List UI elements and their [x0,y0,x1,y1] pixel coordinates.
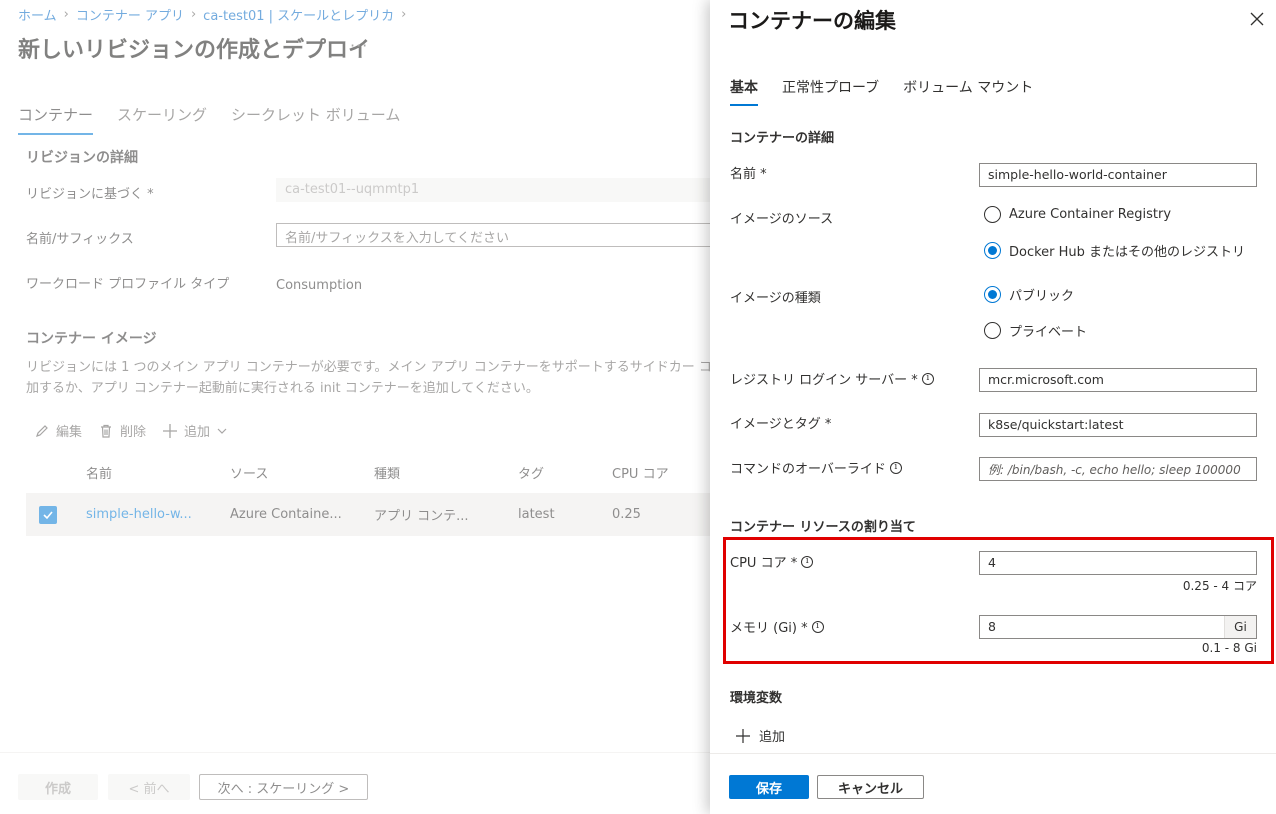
command-override-label: コマンドのオーバーライド i [730,458,902,477]
radio-docker-hub[interactable]: Docker Hub またはその他のレジストリ [984,241,1245,260]
radio-label: プライベート [1009,325,1088,340]
image-source-label-text: イメージのソース [730,212,834,227]
info-icon[interactable]: i [801,555,814,568]
registry-login-label: レジストリ ログイン サーバー * i [730,369,934,388]
memory-value: 8 [988,619,996,634]
image-type-label: イメージの種類 [730,287,821,306]
radio-circle[interactable] [984,322,1001,339]
image-tag-input[interactable]: k8se/quickstart:latest [979,413,1257,437]
command-override-input[interactable]: 例: /bin/bash, -c, echo hello; sleep 1000… [979,457,1257,481]
registry-login-label-text: レジストリ ログイン サーバー * [730,373,918,388]
save-button[interactable]: 保存 [729,775,809,799]
info-icon[interactable]: i [811,620,824,633]
edit-container-panel: コンテナーの編集 基本 正常性プローブ ボリューム マウント コンテナーの詳細 … [710,0,1276,814]
env-add-button[interactable]: 追加 [735,726,785,745]
tab-volume-mounts[interactable]: ボリューム マウント [903,77,1033,106]
radio-label: パブリック [1009,289,1075,304]
radio-circle[interactable] [984,286,1001,303]
panel-title: コンテナーの編集 [728,9,896,33]
image-type-label-text: イメージの種類 [730,291,821,306]
radio-selected-dot [988,246,997,255]
radio-label: Docker Hub またはその他のレジストリ [1009,245,1246,260]
image-source-label: イメージのソース [730,208,833,227]
cpu-cores-hint: 0.25 - 4 コア [1182,579,1257,593]
cpu-cores-label-text: CPU コア * [730,556,798,571]
tab-basics[interactable]: 基本 [730,77,758,106]
modal-overlay [0,0,710,814]
info-icon[interactable]: i [921,372,934,385]
image-tag-label-text: イメージとタグ * [730,417,832,432]
container-name-input[interactable]: simple-hello-world-container [979,163,1257,187]
radio-label: Azure Container Registry [1009,207,1172,222]
env-add-label: 追加 [759,730,786,745]
resource-allocation-heading: コンテナー リソースの割り当て [730,520,916,535]
memory-label: メモリ (Gi) * i [730,617,824,636]
close-icon[interactable] [1248,10,1266,28]
tab-health-probes[interactable]: 正常性プローブ [782,77,879,106]
radio-selected-dot [988,290,997,299]
radio-circle[interactable] [984,242,1001,259]
container-details-heading: コンテナーの詳細 [730,131,835,146]
memory-hint: 0.1 - 8 Gi [1201,641,1257,655]
radio-private[interactable]: プライベート [984,321,1087,340]
plus-icon [736,728,750,743]
name-label: 名前 * [730,163,767,182]
radio-azure-container-registry[interactable]: Azure Container Registry [984,206,1171,223]
radio-public[interactable]: パブリック [984,285,1074,304]
registry-login-input[interactable]: mcr.microsoft.com [979,368,1257,392]
cpu-cores-input[interactable]: 4 [979,551,1257,575]
cancel-button[interactable]: キャンセル [817,775,924,799]
name-label-text: 名前 * [730,167,767,182]
memory-input[interactable]: 8 Gi [979,615,1257,639]
command-override-label-text: コマンドのオーバーライド [730,462,886,477]
panel-footer-divider [710,753,1276,754]
radio-circle[interactable] [984,206,1001,223]
info-icon[interactable]: i [889,461,902,474]
cpu-cores-label: CPU コア * i [730,552,814,571]
memory-unit: Gi [1224,616,1256,638]
image-tag-label: イメージとタグ * [730,413,831,432]
panel-tabs: 基本 正常性プローブ ボリューム マウント [730,77,1033,106]
env-vars-heading: 環境変数 [730,691,783,706]
memory-label-text: メモリ (Gi) * [730,621,808,636]
